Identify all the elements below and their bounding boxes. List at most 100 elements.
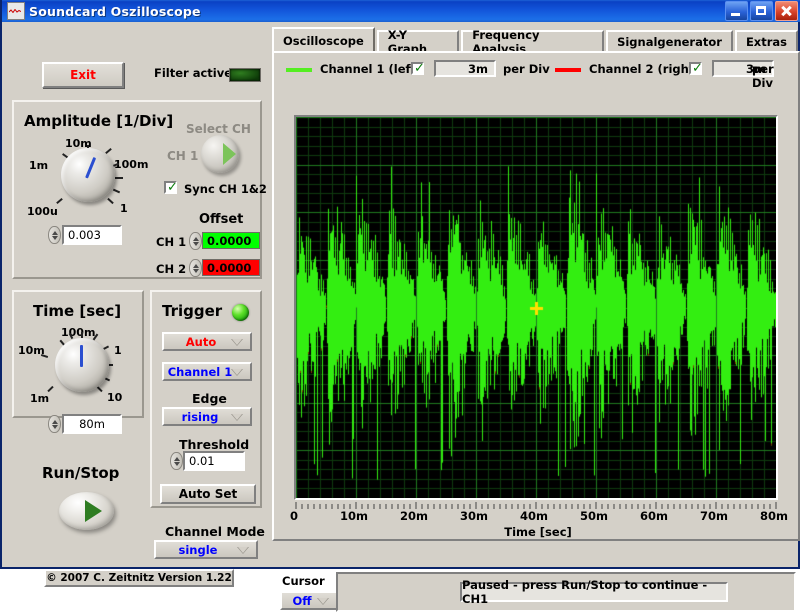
offset-ch1-stepper[interactable]	[189, 232, 202, 250]
run-stop-title: Run/Stop	[42, 464, 120, 482]
channel2-color-swatch	[555, 68, 581, 72]
x-tick-label: 0	[289, 509, 298, 523]
tab-extras[interactable]: Extras	[734, 30, 798, 52]
time-knob[interactable]	[55, 338, 109, 392]
x-tick-label: 10m	[340, 509, 368, 523]
time-title: Time [sec]	[33, 302, 122, 320]
chevron-down-icon	[231, 413, 243, 421]
channel1-enable-checkbox[interactable]: ✓	[411, 61, 425, 76]
x-tick-label: 80m	[760, 509, 788, 523]
tab-strip: Oscilloscope X-Y Graph Frequency Analysi…	[272, 27, 800, 56]
offset-ch1-label: CH 1	[156, 235, 187, 249]
check-icon: ✓	[414, 61, 425, 76]
display-panel: Oscilloscope X-Y Graph Frequency Analysi…	[272, 24, 800, 612]
x-tick-label: 50m	[580, 509, 608, 523]
trigger-edge-dropdown[interactable]: rising	[162, 407, 252, 426]
play-icon	[85, 500, 102, 522]
chevron-down-icon	[231, 338, 243, 346]
x-axis-ruler	[295, 502, 777, 509]
waveform-canvas[interactable]	[296, 117, 776, 498]
amplitude-tick-100u: 100u	[27, 205, 58, 218]
check-icon: ✓	[167, 180, 178, 195]
channel-mode-value: single	[178, 542, 218, 557]
amplitude-stepper[interactable]	[48, 226, 61, 244]
amplitude-tick-1: 1	[120, 202, 128, 215]
tab-oscilloscope[interactable]: Oscilloscope	[272, 27, 375, 52]
x-axis-title: Time [sec]	[504, 525, 572, 539]
filter-active-indicator	[229, 68, 261, 82]
trigger-led	[232, 304, 249, 321]
trigger-threshold-label: Threshold	[179, 437, 250, 452]
trigger-source-value: Channel 1	[167, 364, 233, 379]
run-stop-button[interactable]	[59, 492, 114, 530]
cursor-label: Cursor	[282, 574, 325, 588]
offset-ch2-stepper[interactable]	[189, 259, 202, 277]
chevron-down-icon	[231, 368, 243, 376]
channel2-label: Channel 2 (right)	[589, 62, 700, 76]
channel1-per-div-label: per Div	[503, 62, 550, 76]
trigger-title: Trigger	[162, 302, 223, 320]
copyright-label: © 2007 C. Zeitnitz Version 1.22	[44, 569, 234, 587]
exit-button[interactable]: Exit	[42, 62, 124, 88]
check-icon: ✓	[692, 61, 703, 76]
amp-tick-mark	[115, 177, 123, 179]
x-tick-label: 40m	[520, 509, 548, 523]
trigger-mode-value: Auto	[185, 334, 217, 349]
select-ch-label: Select CH	[186, 122, 251, 136]
time-stepper[interactable]	[48, 415, 61, 433]
channel-mode-dropdown[interactable]: single	[154, 540, 258, 559]
time-tick-1m: 1m	[30, 392, 50, 405]
offset-ch1-field[interactable]: 0.0000	[202, 232, 260, 249]
amplitude-value-field[interactable]: 0.003	[62, 225, 122, 245]
offset-ch2-field[interactable]: 0.0000	[202, 259, 260, 276]
trigger-edge-label: Edge	[192, 391, 227, 406]
channel1-per-div-field[interactable]: 3m	[434, 60, 496, 77]
tab-frequency-analysis[interactable]: Frequency Analysis	[461, 28, 605, 56]
close-button[interactable]	[775, 1, 798, 21]
amplitude-knob[interactable]	[61, 148, 115, 202]
trigger-mode-dropdown[interactable]: Auto	[162, 332, 252, 351]
offset-title: Offset	[199, 212, 244, 227]
minimize-button[interactable]	[725, 1, 748, 21]
cursor-dropdown[interactable]: Off	[280, 591, 338, 610]
control-panel: Exit Filter active Amplitude [1/Div] 100…	[4, 24, 270, 587]
application-window: Soundcard Oszilloscope Exit Filter activ…	[0, 0, 800, 612]
x-tick-label: 60m	[640, 509, 668, 523]
filter-active-label: Filter active	[154, 66, 233, 80]
sync-channels-checkbox[interactable]: ✓	[164, 180, 178, 195]
channel-mode-title: Channel Mode	[165, 524, 265, 539]
chevron-down-icon	[237, 546, 249, 554]
oscilloscope-plot[interactable]	[294, 115, 778, 500]
tab-signalgenerator[interactable]: Signalgenerator	[606, 30, 733, 52]
time-value-field[interactable]: 80m	[62, 414, 122, 434]
channel2-per-div-label: per Div	[752, 62, 774, 90]
tab-xy-graph[interactable]: X-Y Graph	[376, 28, 460, 56]
threshold-stepper[interactable]	[170, 452, 183, 470]
sync-channels-label: Sync CH 1&2	[184, 182, 267, 196]
status-bar: Paused - press Run/Stop to continue - CH…	[336, 572, 796, 612]
trigger-edge-value: rising	[181, 409, 219, 424]
select-ch-wedge	[223, 143, 236, 165]
tab-content-oscilloscope: Channel 1 (left) ✓ 3m per Div Channel 2 …	[272, 51, 800, 612]
window-buttons	[725, 1, 798, 21]
channel2-enable-checkbox[interactable]: ✓	[689, 61, 703, 76]
channel1-label: Channel 1 (left)	[320, 62, 422, 76]
time-tick-1: 1	[114, 344, 122, 357]
chevron-down-icon	[317, 597, 329, 605]
channel1-color-swatch	[286, 68, 312, 72]
trigger-source-dropdown[interactable]: Channel 1	[162, 362, 252, 381]
threshold-field[interactable]: 0.01	[183, 451, 245, 471]
title-bar: Soundcard Oszilloscope	[2, 0, 800, 22]
cursor-value: Off	[292, 593, 312, 608]
waveform-icon	[7, 2, 25, 20]
select-ch-knob[interactable]	[201, 135, 239, 173]
auto-set-button[interactable]: Auto Set	[160, 484, 256, 504]
offset-ch2-label: CH 2	[156, 262, 187, 276]
status-message: Paused - press Run/Stop to continue - CH…	[460, 578, 728, 606]
amplitude-tick-1m: 1m	[29, 159, 49, 172]
window-title: Soundcard Oszilloscope	[29, 3, 201, 19]
time-tick-100m: 100m	[61, 326, 96, 339]
x-tick-label: 70m	[700, 509, 728, 523]
maximize-button[interactable]	[750, 1, 773, 21]
x-tick-label: 20m	[400, 509, 428, 523]
